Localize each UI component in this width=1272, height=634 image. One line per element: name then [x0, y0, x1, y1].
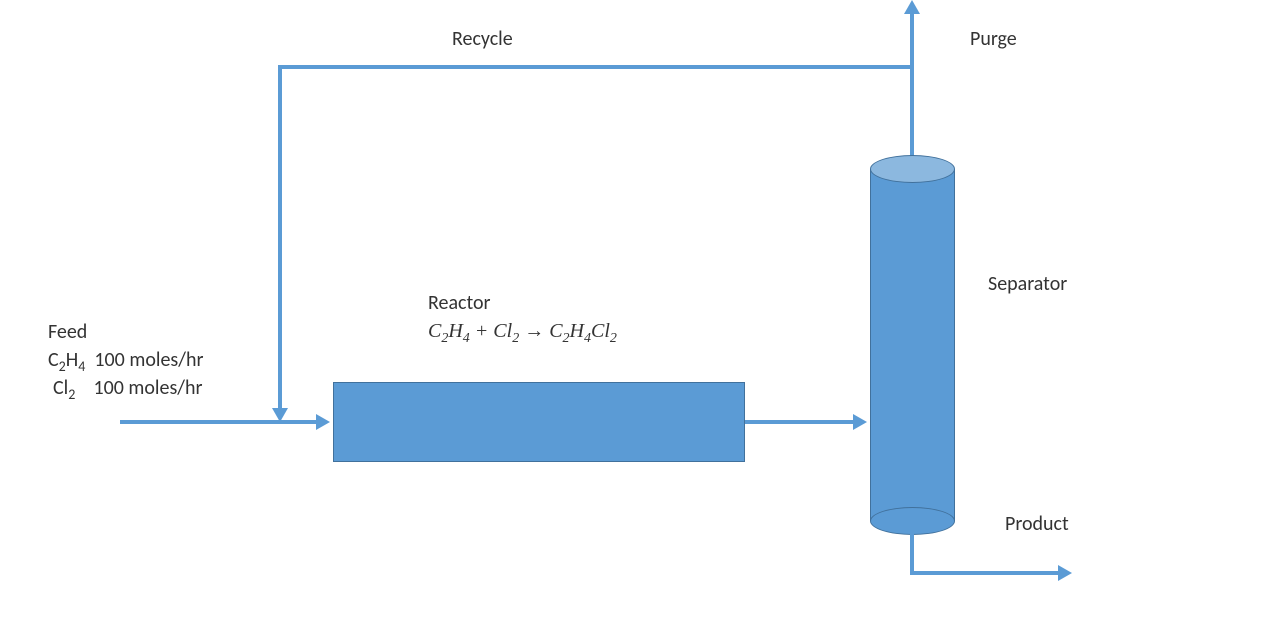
reactant1: C2H4: [428, 320, 470, 342]
product-arrowhead: [1058, 565, 1072, 581]
feed-rate1: 100 moles/hr: [94, 348, 203, 372]
separator-shape: [870, 155, 955, 535]
reaction-equation: C2H4 + Cl2 → C2H4Cl2: [428, 317, 617, 349]
feed-rate2: 100 moles/hr: [93, 376, 202, 400]
reactor-out-line: [745, 420, 855, 424]
feed-species2: Cl2: [53, 376, 75, 400]
feed-species1: C2H4: [48, 348, 85, 372]
recycle-hline: [278, 65, 912, 69]
recycle-vline: [278, 65, 282, 410]
reactant2: Cl2: [493, 320, 519, 342]
reactor-title: Reactor: [428, 289, 491, 317]
purge-line: [910, 12, 914, 157]
separator-top-ellipse: [870, 155, 955, 183]
feed-line1: C2H4 100 moles/hr: [48, 346, 203, 377]
product-label: Product: [1005, 510, 1069, 538]
separator-label: Separator: [988, 270, 1067, 298]
purge-arrowhead: [904, 0, 920, 14]
reactor-out-arrowhead: [853, 414, 867, 430]
product-vline: [910, 530, 914, 575]
feed-line: [120, 420, 318, 424]
purge-label: Purge: [970, 25, 1017, 53]
feed-title: Feed: [48, 318, 87, 346]
feed-arrowhead: [316, 414, 330, 430]
rxn-product: C2H4Cl2: [549, 320, 617, 342]
feed-line2: Cl2 100 moles/hr: [53, 374, 203, 405]
recycle-arrowhead: [272, 408, 288, 422]
separator-body: [870, 169, 955, 521]
reactor-shape: [333, 382, 745, 462]
recycle-label: Recycle: [452, 25, 513, 53]
plus: +: [470, 320, 494, 342]
product-hline: [910, 571, 1060, 575]
rxn-arrow: →: [519, 320, 549, 342]
